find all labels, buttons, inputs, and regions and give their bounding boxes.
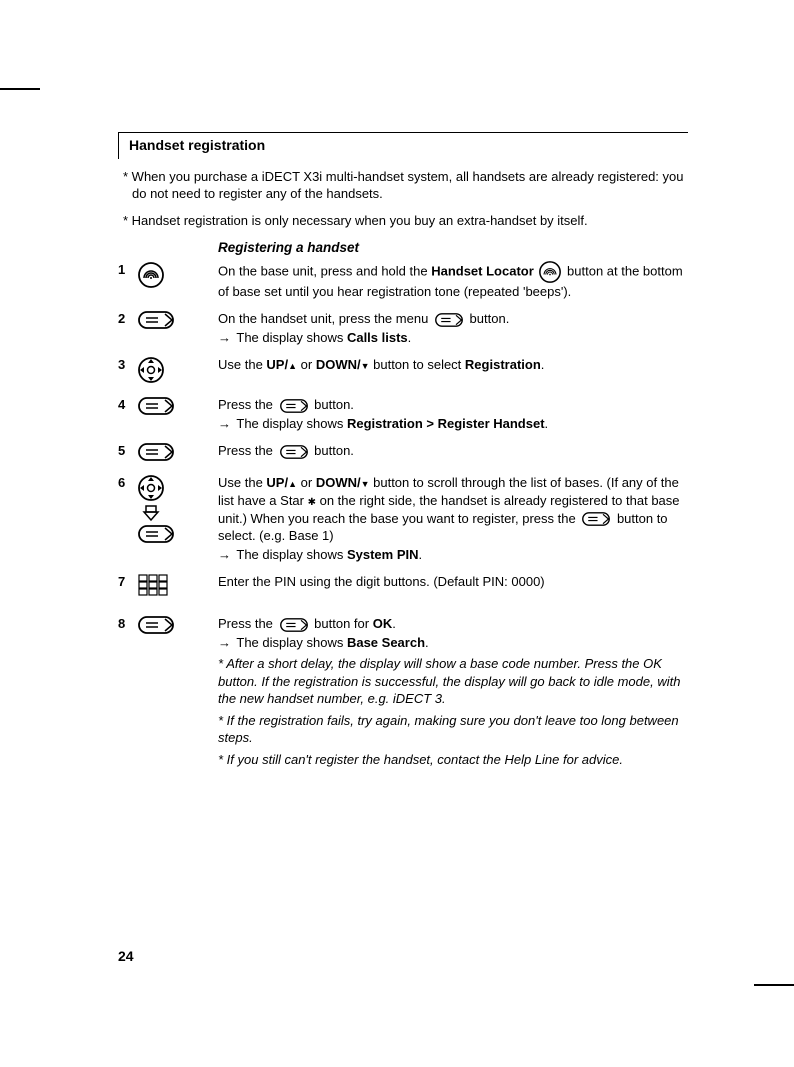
step-number: 3 [118, 356, 138, 386]
menu-button-icon [138, 616, 174, 634]
step-row: 7 Enter the PIN using the digit buttons.… [118, 573, 688, 605]
step-icon-col [138, 573, 218, 605]
menu-button-icon [138, 311, 174, 329]
step-number: 8 [118, 615, 138, 768]
star-icon [308, 493, 316, 508]
step-text: Use the UP/ or DOWN/ button to scroll th… [218, 474, 688, 563]
step-icon-col [138, 356, 218, 386]
arrow-icon [218, 329, 231, 347]
menu-button-icon [434, 313, 464, 327]
locator-icon [138, 262, 164, 288]
step-icon-col [138, 310, 218, 346]
page-content: Handset registration * When you purchase… [118, 132, 688, 779]
menu-button-icon [279, 399, 309, 413]
menu-button-icon [279, 445, 309, 459]
step-row: 8 Press the button for OK. The display s… [118, 615, 688, 768]
menu-button-icon [581, 512, 611, 526]
step-number: 6 [118, 474, 138, 563]
result-line: The display shows System PIN. [218, 546, 688, 564]
page-number: 24 [118, 948, 134, 964]
up-triangle-icon [288, 475, 297, 490]
step-icon-col [138, 615, 218, 768]
step-number: 1 [118, 261, 138, 301]
down-triangle-icon [361, 357, 370, 372]
menu-button-icon [279, 618, 309, 632]
step-text: Use the UP/ or DOWN/ button to select Re… [218, 356, 688, 386]
footnote: * If you still can't register the handse… [218, 751, 688, 769]
result-line: The display shows Calls lists. [218, 329, 688, 347]
footnote: * After a short delay, the display will … [218, 655, 688, 708]
step-icon-col [138, 442, 218, 464]
crop-mark [754, 984, 794, 986]
section-header: Handset registration [118, 132, 688, 159]
section-subtitle: Registering a handset [218, 240, 688, 255]
step-number: 4 [118, 396, 138, 432]
intro-note: * When you purchase a iDECT X3i multi-ha… [132, 169, 688, 203]
intro-note: * Handset registration is only necessary… [132, 213, 688, 230]
down-triangle-icon [361, 475, 370, 490]
menu-button-icon [138, 443, 174, 461]
crop-mark [0, 88, 40, 90]
step-text: Press the button. [218, 442, 688, 464]
step-row: 3 Use the UP/ or DOWN/ button to select … [118, 356, 688, 386]
header-title: Handset registration [129, 137, 265, 153]
step-row: 5 Press the button. [118, 442, 688, 464]
menu-button-icon [138, 397, 174, 415]
step-row: 2 On the handset unit, press the menu bu… [118, 310, 688, 346]
arrow-icon [218, 634, 231, 652]
up-triangle-icon [288, 357, 297, 372]
step-number: 2 [118, 310, 138, 346]
nav-dpad-icon [138, 475, 164, 501]
step-text: Enter the PIN using the digit buttons. (… [218, 573, 688, 605]
step-text: On the handset unit, press the menu butt… [218, 310, 688, 346]
step-text: Press the button for OK. The display sho… [218, 615, 688, 768]
step-icon-col [138, 261, 218, 301]
step-row: 1 On the base unit, press and hold the H… [118, 261, 688, 301]
arrow-icon [218, 546, 231, 564]
step-row: 6 Use the UP/ or DOWN/ button to scroll … [118, 474, 688, 563]
footnote: * If the registration fails, try again, … [218, 712, 688, 747]
step-text: Press the button. The display shows Regi… [218, 396, 688, 432]
step-number: 7 [118, 573, 138, 605]
step-icon-col [138, 396, 218, 432]
step-number: 5 [118, 442, 138, 464]
locator-icon [539, 261, 561, 283]
result-line: The display shows Registration > Registe… [218, 415, 688, 433]
result-line: The display shows Base Search. [218, 634, 688, 652]
step-row: 4 Press the button. The display shows Re… [118, 396, 688, 432]
arrow-icon [218, 415, 231, 433]
keypad-icon [138, 574, 168, 602]
step-text: On the base unit, press and hold the Han… [218, 261, 688, 301]
arrow-down-icon [138, 504, 164, 522]
menu-button-icon [138, 525, 174, 543]
nav-dpad-icon [138, 357, 164, 383]
step-icon-col [138, 474, 218, 563]
